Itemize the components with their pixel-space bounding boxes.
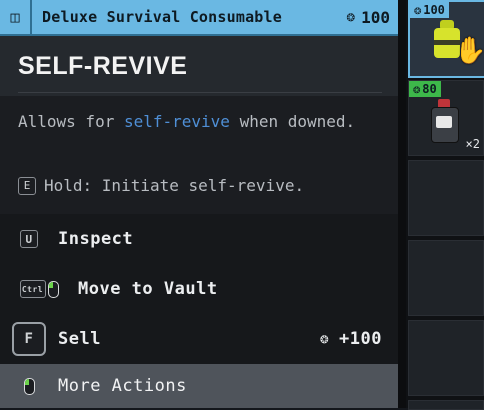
revive-kit-icon: ◫ (10, 8, 20, 26)
sell-action[interactable]: F Sell ❂ +100 (0, 314, 398, 364)
hold-hint-text: Hold: Initiate self-revive. (44, 176, 305, 195)
item-price: ❂ 100 (347, 8, 390, 27)
inspect-key: U (0, 230, 58, 248)
panel-divider (398, 0, 406, 408)
key-u-icon: U (20, 230, 38, 248)
item-tooltip-panel: ◫ Deluxe Survival Consumable ❂ 100 SELF-… (0, 0, 398, 408)
item-price-value: 100 (361, 7, 390, 27)
slot-quantity: ×2 (465, 137, 480, 151)
description-text: Allows for (18, 112, 124, 131)
more-actions-button[interactable]: More Actions (0, 364, 398, 408)
sell-key: F (0, 322, 58, 356)
sell-amount: ❂ +100 (320, 329, 382, 349)
move-to-vault-action[interactable]: Ctrl Move to Vault (0, 264, 398, 314)
slot-price-badge: ❂ 80 (409, 81, 441, 97)
action-list: U Inspect Ctrl Move to Vault F Sell ❂ +1… (0, 214, 398, 408)
more-actions-key (0, 377, 58, 395)
header-separator (30, 0, 32, 34)
key-f-icon: F (12, 322, 46, 356)
coin-icon: ❂ (414, 3, 422, 17)
inventory-slot-self-revive[interactable]: ❂ 100 ✋ (408, 0, 484, 78)
key-ctrl-icon: Ctrl (19, 280, 46, 298)
coin-icon: ❂ (346, 9, 356, 25)
canister-item-icon (431, 99, 459, 143)
mouse-click-icon (23, 377, 35, 395)
inventory-slot-empty[interactable] (408, 240, 484, 316)
move-to-vault-label: Move to Vault (78, 279, 218, 299)
sell-amount-value: +100 (339, 329, 382, 349)
item-title: SELF-REVIVE (18, 52, 188, 80)
inventory-slot-empty[interactable] (408, 160, 484, 236)
more-actions-label: More Actions (58, 376, 187, 396)
inventory-slot-empty[interactable] (408, 400, 484, 410)
slot-price-badge: ❂ 100 (410, 2, 449, 18)
move-to-vault-keys: Ctrl (0, 280, 78, 298)
inspect-label: Inspect (58, 229, 134, 249)
inventory-grid: ❂ 100 ✋ ❂ 80 ×2 (406, 0, 484, 410)
coin-icon: ❂ (413, 82, 421, 96)
item-description: Allows for self-revive when downed. (18, 111, 378, 133)
inspect-action[interactable]: U Inspect (0, 214, 398, 264)
title-divider (18, 92, 382, 93)
mouse-left-click-icon (47, 280, 59, 298)
description-highlight: self-revive (123, 112, 230, 131)
key-e-icon: E (18, 176, 36, 195)
sell-label: Sell (58, 329, 101, 349)
hold-hint: E Hold: Initiate self-revive. (18, 176, 304, 195)
hand-cursor-icon: ✋ (454, 36, 484, 66)
description-text-end: when downed. (229, 112, 356, 131)
inventory-slot-empty[interactable] (408, 320, 484, 396)
slot-price-value: 100 (423, 3, 445, 17)
coin-icon: ❂ (320, 331, 330, 347)
slot-price-value: 80 (422, 82, 437, 96)
inventory-slot-canister[interactable]: ❂ 80 ×2 (408, 80, 484, 156)
item-header-bar: ◫ Deluxe Survival Consumable ❂ 100 (0, 0, 398, 36)
item-category-name: Deluxe Survival Consumable (42, 8, 282, 26)
